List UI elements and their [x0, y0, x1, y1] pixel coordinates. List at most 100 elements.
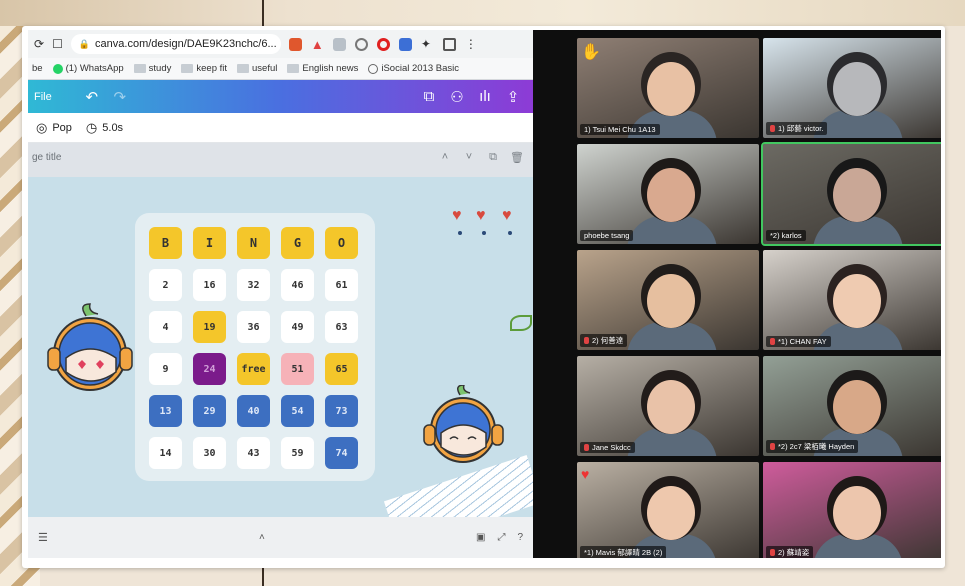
- folder-icon: [237, 64, 250, 73]
- extension-icon[interactable]: [288, 37, 302, 51]
- opera-icon[interactable]: [376, 37, 390, 51]
- participant-name: 1) 邱藝 victor.: [778, 124, 824, 133]
- bingo-cell[interactable]: 73: [325, 395, 358, 427]
- bingo-cell[interactable]: 40: [237, 395, 270, 427]
- bingo-cell[interactable]: 74: [325, 437, 358, 469]
- bingo-header-cell: I: [193, 227, 226, 259]
- bookmark-item[interactable]: (1) WhatsApp: [52, 63, 124, 74]
- reload-icon[interactable]: ⟳: [34, 37, 44, 51]
- video-grid: ✋ 1) Tsui Mei Chu 1A13 1) 邱藝 victor. phoebe…: [533, 30, 941, 558]
- help-icon[interactable]: ?: [517, 532, 523, 543]
- insights-icon[interactable]: ılı: [471, 88, 499, 105]
- redo-icon[interactable]: ↷: [106, 88, 134, 106]
- bingo-cell[interactable]: 29: [193, 395, 226, 427]
- extensions-area: ▲ ✦ ⋮: [288, 37, 478, 51]
- chevron-up-icon[interactable]: ˄: [433, 151, 457, 163]
- folder-icon: [287, 64, 300, 73]
- bookmark-item[interactable]: be: [32, 63, 43, 74]
- duration-button[interactable]: ◷ 5.0s: [86, 120, 123, 136]
- duplicate-page-icon[interactable]: ⧉: [481, 151, 505, 164]
- participant-tile[interactable]: 2) 何善達: [577, 250, 759, 350]
- chevron-down-icon[interactable]: ˅: [457, 151, 481, 163]
- participant-tile[interactable]: 1) 邱藝 victor.: [763, 38, 941, 138]
- bingo-cell[interactable]: 13: [149, 395, 182, 427]
- drive-icon[interactable]: ▲: [311, 38, 324, 51]
- expand-icon[interactable]: ˄: [259, 532, 265, 543]
- bingo-header-cell: N: [237, 227, 270, 259]
- bingo-cell[interactable]: 4: [149, 311, 182, 343]
- bingo-cell[interactable]: 54: [281, 395, 314, 427]
- bingo-cell[interactable]: 46: [281, 269, 314, 301]
- participant-tile[interactable]: ✋ 1) Tsui Mei Chu 1A13: [577, 38, 759, 138]
- bingo-cell[interactable]: 16: [193, 269, 226, 301]
- bingo-cell[interactable]: 43: [237, 437, 270, 469]
- page-title-input[interactable]: ge title: [32, 152, 61, 163]
- participant-face: [833, 62, 881, 116]
- bingo-cell[interactable]: 2: [149, 269, 182, 301]
- participant-tile[interactable]: phoebe tsang: [577, 144, 759, 244]
- participant-name-label: 1) Tsui Mei Chu 1A13: [580, 124, 660, 135]
- bookmark-folder[interactable]: study: [133, 63, 171, 74]
- extension-icon[interactable]: [398, 37, 412, 51]
- window-icon[interactable]: [442, 37, 456, 51]
- background-stripe: [262, 568, 264, 586]
- bingo-cell[interactable]: 32: [237, 269, 270, 301]
- participant-name: 2) 何善達: [592, 336, 624, 345]
- bookmark-folder[interactable]: English news: [287, 63, 358, 74]
- address-bar[interactable]: 🔒 canva.com/design/DAE9K23nchc/6...: [70, 34, 281, 54]
- participant-tile[interactable]: *2) 2c7 梁栢曦 Hayden: [763, 356, 941, 456]
- bingo-cell[interactable]: 65: [325, 353, 358, 385]
- participant-tile[interactable]: 2) 蘇靖姿: [763, 462, 941, 558]
- bookmark-item[interactable]: iSocial 2013 Basic: [368, 63, 459, 74]
- photo-background-top: [0, 0, 965, 26]
- participant-face: [833, 274, 881, 328]
- mascot-illustration: [423, 385, 504, 463]
- bingo-cell[interactable]: 36: [237, 311, 270, 343]
- folder-icon: [181, 64, 194, 73]
- bingo-cell[interactable]: 61: [325, 269, 358, 301]
- design-canvas[interactable]: ♥ ♥ ♥ B I N G O 2 16 32 46 61 4 19 36 49 63 9 24 free 51 65…: [28, 177, 533, 517]
- bingo-cell[interactable]: 51: [281, 353, 314, 385]
- share-people-icon[interactable]: ⚇: [443, 88, 471, 106]
- participant-name-label: *1) CHAN FAY: [766, 336, 831, 347]
- bingo-cell[interactable]: 59: [281, 437, 314, 469]
- settings-icon[interactable]: [354, 37, 368, 51]
- bingo-header-cell: O: [325, 227, 358, 259]
- bingo-cell[interactable]: 63: [325, 311, 358, 343]
- key-icon[interactable]: [332, 37, 346, 51]
- fullscreen-icon[interactable]: ⤢: [497, 532, 505, 543]
- bingo-card[interactable]: B I N G O 2 16 32 46 61 4 19 36 49 63 9 24 free 51 65 13 29 40…: [135, 213, 375, 481]
- file-menu[interactable]: File: [34, 91, 52, 103]
- bingo-cell[interactable]: 24: [193, 353, 226, 385]
- puzzle-icon[interactable]: ✦: [421, 37, 434, 51]
- participant-name: *2) 2c7 梁栢曦 Hayden: [778, 442, 855, 451]
- menu-icon[interactable]: ⋮: [465, 37, 478, 51]
- page-title-row: ge title ˄ ˅ ⧉ 🗑: [28, 143, 533, 171]
- bookmark-folder[interactable]: keep fit: [181, 63, 227, 74]
- animation-button[interactable]: ◎ Pop: [36, 120, 72, 136]
- bingo-cell[interactable]: 14: [149, 437, 182, 469]
- heart-icon: ♥: [502, 207, 512, 224]
- bingo-header-cell: B: [149, 227, 182, 259]
- bingo-cell[interactable]: 9: [149, 353, 182, 385]
- canva-toolbar: ◎ Pop ◷ 5.0s: [28, 113, 533, 143]
- participant-tile[interactable]: ♥ *1) Mavis 郁譯晴 2B (2): [577, 462, 759, 558]
- participant-tile[interactable]: *1) CHAN FAY: [763, 250, 941, 350]
- mascot-illustration: [47, 303, 133, 391]
- bingo-cell[interactable]: 49: [281, 311, 314, 343]
- upload-icon[interactable]: ⇪: [499, 88, 527, 106]
- bingo-cell[interactable]: 30: [193, 437, 226, 469]
- undo-icon[interactable]: ↶: [78, 88, 106, 106]
- bingo-cell[interactable]: free: [237, 353, 270, 385]
- participant-tile[interactable]: *2) karlos: [761, 142, 941, 246]
- notes-icon[interactable]: ☰: [38, 531, 48, 544]
- muted-mic-icon: [584, 444, 589, 451]
- delete-page-icon[interactable]: 🗑: [505, 151, 529, 164]
- bookmark-folder[interactable]: useful: [237, 63, 277, 74]
- participant-tile[interactable]: Jane Skdcc: [577, 356, 759, 456]
- participant-name: *2) karlos: [770, 231, 802, 240]
- copy-icon[interactable]: ⧉: [415, 88, 443, 105]
- bookmark-icon[interactable]: ☐: [52, 37, 63, 51]
- grid-view-icon[interactable]: ▣: [476, 532, 485, 543]
- bingo-cell[interactable]: 19: [193, 311, 226, 343]
